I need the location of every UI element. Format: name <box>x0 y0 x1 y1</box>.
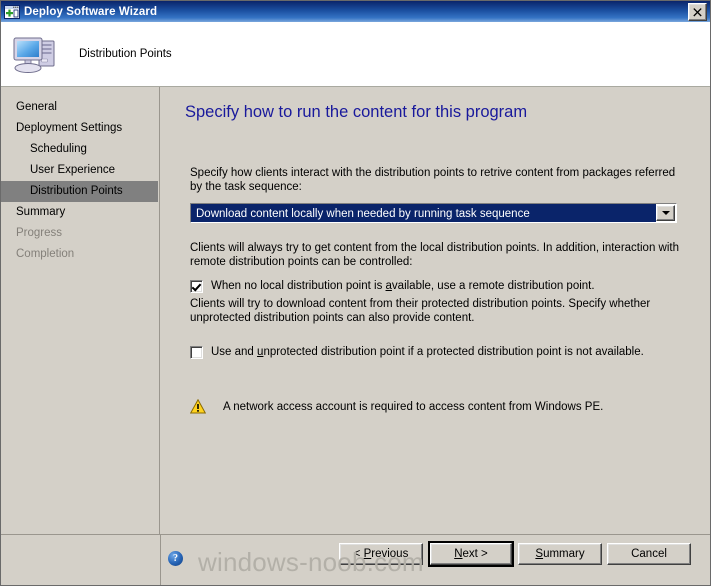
wizard-body: General Deployment Settings Scheduling U… <box>1 87 710 534</box>
network-access-warning-text: A network access account is required to … <box>223 400 604 413</box>
instruction-paragraph-1: Specify how clients interact with the di… <box>190 167 676 193</box>
previous-button[interactable]: < Previous <box>339 543 423 565</box>
unprotected-dp-checkbox-label: Use and unprotected distribution point i… <box>211 346 644 358</box>
summary-button[interactable]: Summary <box>518 543 602 565</box>
summary-button-label: Summary <box>535 548 585 560</box>
help-question-icon[interactable]: ? <box>168 551 183 566</box>
warning-triangle-icon <box>189 398 207 414</box>
remote-dp-checkbox-row[interactable]: When no local distribution point is avai… <box>190 279 595 293</box>
page-title: Specify how to run the content for this … <box>185 103 528 121</box>
cancel-button[interactable]: Cancel <box>607 543 691 565</box>
content-run-mode-value: Download content locally when needed by … <box>191 204 656 222</box>
unprotected-dp-checkbox-row[interactable]: Use and unprotected distribution point i… <box>190 345 644 359</box>
wizard-step-nav: General Deployment Settings Scheduling U… <box>1 87 160 534</box>
sidebar-item-distribution-points[interactable]: Distribution Points <box>1 181 158 202</box>
sidebar-item-user-experience[interactable]: User Experience <box>1 160 159 181</box>
sidebar-item-scheduling[interactable]: Scheduling <box>1 139 159 160</box>
sidebar-item-summary[interactable]: Summary <box>1 202 159 223</box>
previous-button-label: < Previous <box>353 548 409 560</box>
cancel-button-label: Cancel <box>631 548 667 560</box>
footer-divider <box>160 535 161 585</box>
remote-dp-checkbox-label: When no local distribution point is avai… <box>211 280 595 292</box>
sidebar-item-progress: Progress <box>16 227 63 239</box>
chevron-down-icon[interactable] <box>656 205 675 221</box>
computer-icon <box>11 32 59 76</box>
wizard-window-add-icon <box>4 4 20 20</box>
wizard-content-pane: Specify how to run the content for this … <box>164 87 710 534</box>
sidebar-item-completion: Completion <box>16 248 75 260</box>
instruction-paragraph-3: Clients will try to download content fro… <box>190 298 651 324</box>
next-button[interactable]: Next > <box>428 541 514 567</box>
instruction-paragraph-2: Clients will always try to get content f… <box>190 242 679 268</box>
title-bar[interactable]: Deploy Software Wizard <box>1 1 710 22</box>
window-title: Deploy Software Wizard <box>24 5 158 18</box>
content-run-mode-select[interactable]: Download content locally when needed by … <box>190 203 677 223</box>
wizard-footer: ? < Previous Next > Summary Cancel <box>1 534 710 585</box>
network-access-warning: A network access account is required to … <box>189 398 604 414</box>
wizard-header: Distribution Points <box>1 22 710 87</box>
wizard-window: Deploy Software Wizard Distribution Poin… <box>0 0 711 586</box>
next-button-label: Next > <box>454 548 488 560</box>
header-title: Distribution Points <box>79 48 172 60</box>
sidebar-item-deployment-settings[interactable]: Deployment Settings <box>1 118 159 139</box>
close-icon[interactable] <box>688 3 707 21</box>
unprotected-dp-checkbox[interactable] <box>190 346 203 359</box>
sidebar-item-general[interactable]: General <box>1 97 159 118</box>
remote-dp-checkbox[interactable] <box>190 280 203 293</box>
